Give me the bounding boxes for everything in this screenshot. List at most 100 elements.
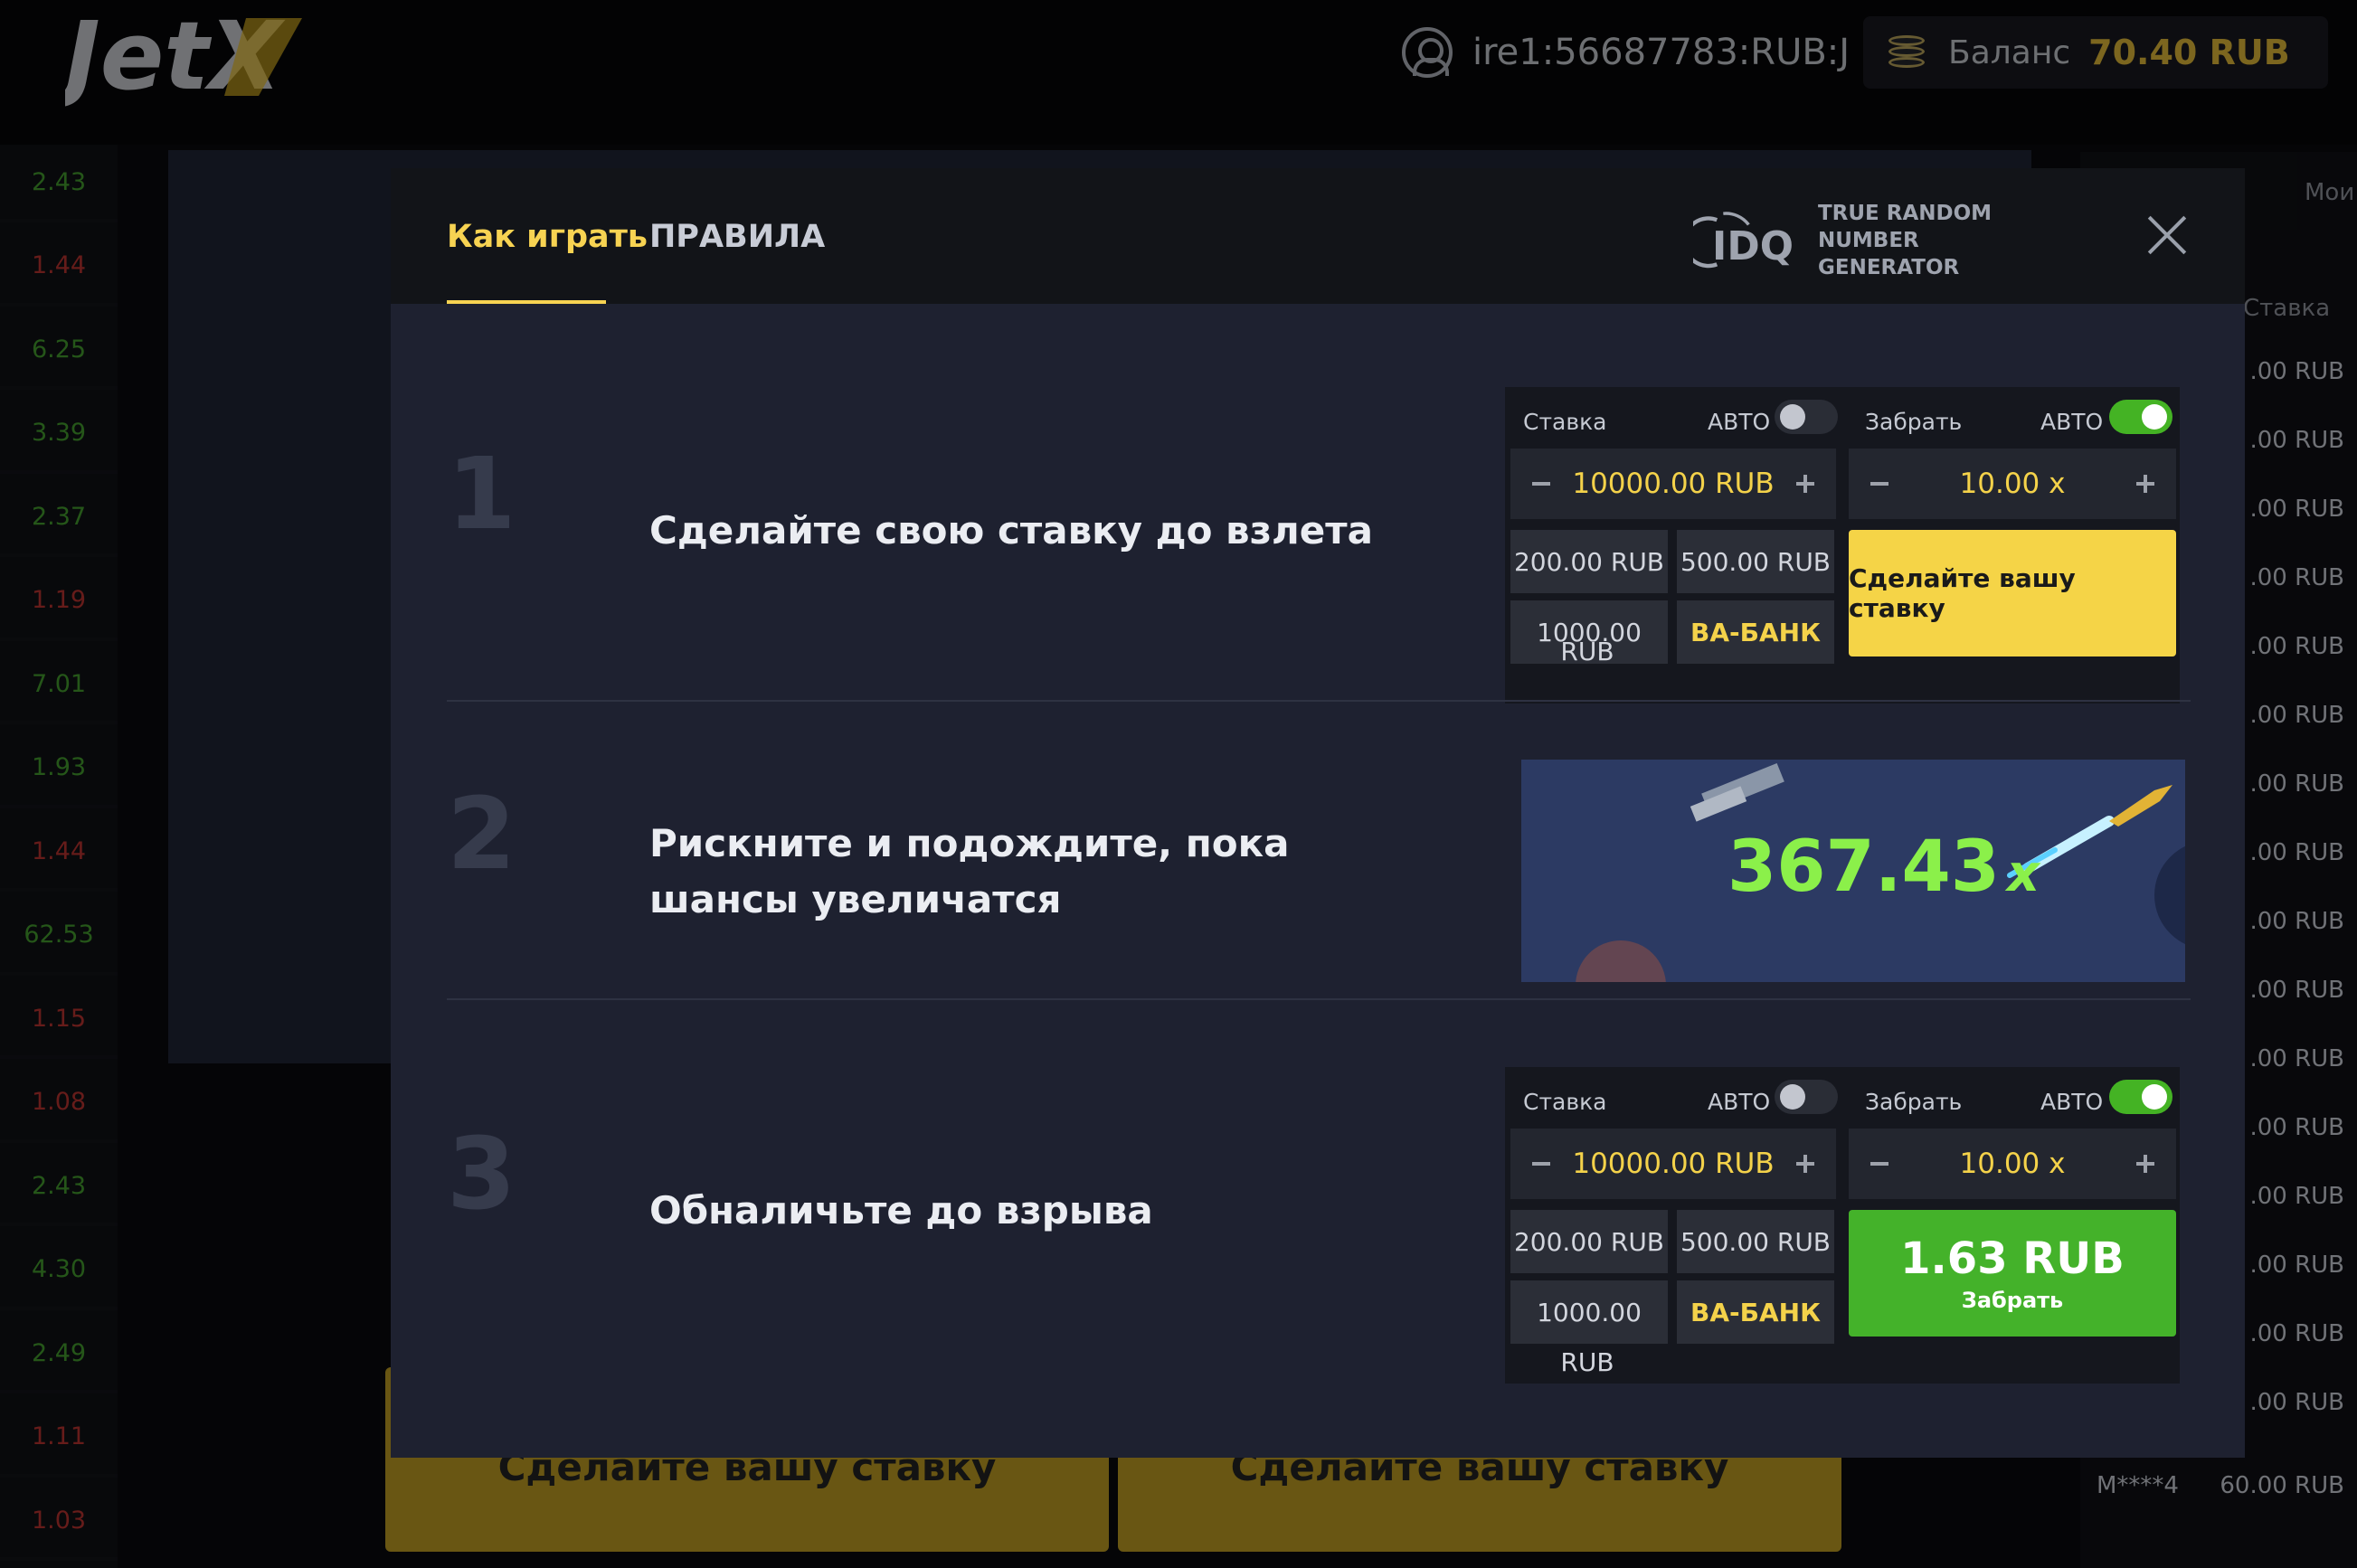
history-multiplier: 1.44 — [0, 229, 118, 307]
game-preview: 367.43 x — [1521, 760, 2185, 982]
user-info[interactable]: ire1:56687783:RUB:J — [1402, 27, 1850, 78]
minus-icon[interactable] — [1532, 482, 1550, 486]
bet-amount: .00 RUB — [2249, 1183, 2344, 1210]
user-avatar-icon — [1402, 27, 1453, 78]
history-multiplier: 1.03 — [0, 1483, 118, 1561]
bet-amount: .00 RUB — [2249, 1045, 2344, 1072]
bet-widget: Ставка АВТО Забрать АВТО 10000.00 RUB 10… — [1505, 1067, 2180, 1384]
top-bar: JetX ire1:56687783:RUB:J Баланс 70.40 RU… — [0, 0, 2357, 145]
step-number: 1 — [447, 436, 516, 552]
history-multiplier: 6.25 — [0, 312, 118, 390]
planet-icon — [1576, 940, 1666, 982]
bet-amount: .00 RUB — [2249, 633, 2344, 660]
chip-200[interactable]: 200.00 RUB — [1510, 530, 1668, 593]
chip-500[interactable]: 500.00 RUB — [1677, 530, 1834, 593]
bet-amount: .00 RUB — [2249, 1114, 2344, 1141]
bet-amount: .00 RUB — [2249, 564, 2344, 591]
step-text: Рискните и подождите, пока шансы увелича… — [649, 821, 1290, 921]
auto-cashout-toggle[interactable] — [2109, 400, 2172, 434]
bet-amount: .00 RUB — [2249, 770, 2344, 798]
plus-icon[interactable] — [2135, 475, 2154, 493]
step-number: 3 — [447, 1116, 516, 1232]
minus-icon[interactable] — [1870, 1162, 1888, 1166]
rng-line-2: NUMBER GENERATOR — [1817, 229, 1960, 279]
auto-label: АВТО — [1708, 1089, 1771, 1115]
bet-amount: .00 RUB — [2249, 1252, 2344, 1279]
planet-icon — [2154, 845, 2185, 945]
bet-amount: .00 RUB — [2249, 1389, 2344, 1416]
cashout-label: Забрать — [1865, 409, 1963, 435]
modal-header: Как играть ПРАВИЛА IDQ TRUE RANDOM NUMBE… — [391, 168, 2245, 304]
bet-amount: .00 RUB — [2249, 977, 2344, 1004]
chip-rub-suffix: RUB — [1560, 1347, 1614, 1377]
bet-amount: .00 RUB — [2249, 1320, 2344, 1347]
chip-1000[interactable]: 1000.00 — [1510, 1280, 1668, 1344]
svg-text:IDQ: IDQ — [1712, 223, 1794, 269]
bet-user: M****4 — [2097, 1472, 2179, 1499]
how-to-play-modal: Как играть ПРАВИЛА IDQ TRUE RANDOM NUMBE… — [391, 168, 2245, 1458]
history-multiplier: 1.15 — [0, 981, 118, 1059]
history-multiplier: 1.19 — [0, 563, 118, 641]
balance-label: Баланс — [1948, 33, 2071, 71]
history-multiplier: 4.30 — [0, 1233, 118, 1310]
bet-amount: .00 RUB — [2249, 702, 2344, 729]
history-multiplier: 1.93 — [0, 731, 118, 808]
bet-amount: 60.00 RUB — [2220, 1472, 2344, 1499]
bet-amount: .00 RUB — [2249, 496, 2344, 523]
history-multiplier: 2.43 — [0, 1148, 118, 1226]
rng-line-1: TRUE RANDOM — [1817, 202, 1993, 225]
cashout-multiplier-stepper[interactable]: 10.00 x — [1849, 1129, 2176, 1199]
close-icon[interactable] — [2145, 213, 2189, 257]
bet-amount-value: 10000.00 RUB — [1572, 1148, 1775, 1180]
chip-all-in[interactable]: ВА-БАНК — [1677, 600, 1834, 664]
step-text: Сделайте свою ставку до взлета — [649, 508, 1373, 553]
satellite-icon — [1690, 762, 1784, 822]
bet-amount-stepper[interactable]: 10000.00 RUB — [1510, 1129, 1836, 1199]
multiplier-history: 2.43 1.44 6.25 3.39 2.37 1.19 7.01 1.93 1.44 62.5… — [0, 145, 118, 1568]
coins-icon — [1885, 30, 1930, 75]
chip-rub-suffix: RUB — [1560, 637, 1614, 666]
chip-200[interactable]: 200.00 RUB — [1510, 1210, 1668, 1273]
cashout-button-label: Забрать — [1961, 1288, 2064, 1313]
bet-widget: Ставка АВТО Забрать АВТО 10000.00 RUB 10… — [1505, 387, 2180, 704]
chip-all-in[interactable]: ВА-БАНК — [1677, 1280, 1834, 1344]
history-multiplier: 3.39 — [0, 396, 118, 474]
history-multiplier: 2.37 — [0, 479, 118, 557]
active-tab-indicator — [447, 300, 606, 304]
auto-label: АВТО — [2040, 409, 2104, 435]
step-text: Обналичьте до взрыва — [649, 1188, 1153, 1233]
cashout-multiplier-value: 10.00 x — [1959, 468, 2066, 500]
auto-label: АВТО — [1708, 409, 1771, 435]
plus-icon[interactable] — [1796, 475, 1814, 493]
history-multiplier: 2.49 — [0, 1316, 118, 1393]
divider — [447, 700, 2191, 702]
bet-label: Ставка — [1523, 1089, 1607, 1115]
bet-amount: .00 RUB — [2249, 908, 2344, 935]
cashout-amount: 1.63 RUB — [1900, 1233, 2125, 1284]
bets-panel-title: Мои — [2305, 179, 2355, 206]
cashout-button[interactable]: 1.63 RUB Забрать — [1849, 1210, 2176, 1337]
history-multiplier: 1.11 — [0, 1400, 118, 1478]
balance-box: Баланс 70.40 RUB — [1863, 16, 2328, 89]
preview-multiplier: 367.43 x — [1728, 827, 2040, 908]
auto-bet-toggle[interactable] — [1775, 1080, 1838, 1114]
plus-icon[interactable] — [2135, 1155, 2154, 1173]
auto-cashout-toggle[interactable] — [2109, 1080, 2172, 1114]
tab-how-to-play[interactable]: Как играть — [447, 219, 648, 255]
auto-bet-toggle[interactable] — [1775, 400, 1838, 434]
chip-500[interactable]: 500.00 RUB — [1677, 1210, 1834, 1273]
place-bet-button[interactable]: Сделайте вашу ставку — [1849, 530, 2176, 656]
step-number: 2 — [447, 776, 516, 892]
minus-icon[interactable] — [1870, 482, 1888, 486]
bet-amount-stepper[interactable]: 10000.00 RUB — [1510, 449, 1836, 519]
bets-column-header: Ставка — [2243, 295, 2331, 322]
balance-value: 70.40 RUB — [2088, 33, 2290, 72]
history-multiplier: 1.08 — [0, 1065, 118, 1143]
tab-rules[interactable]: ПРАВИЛА — [649, 219, 825, 255]
plus-icon[interactable] — [1796, 1155, 1814, 1173]
history-multiplier: 62.53 — [0, 898, 118, 976]
minus-icon[interactable] — [1532, 1162, 1550, 1166]
rng-logo: IDQ TRUE RANDOM NUMBER GENERATOR — [1693, 202, 2037, 279]
cashout-multiplier-stepper[interactable]: 10.00 x — [1849, 449, 2176, 519]
divider — [447, 998, 2191, 1000]
